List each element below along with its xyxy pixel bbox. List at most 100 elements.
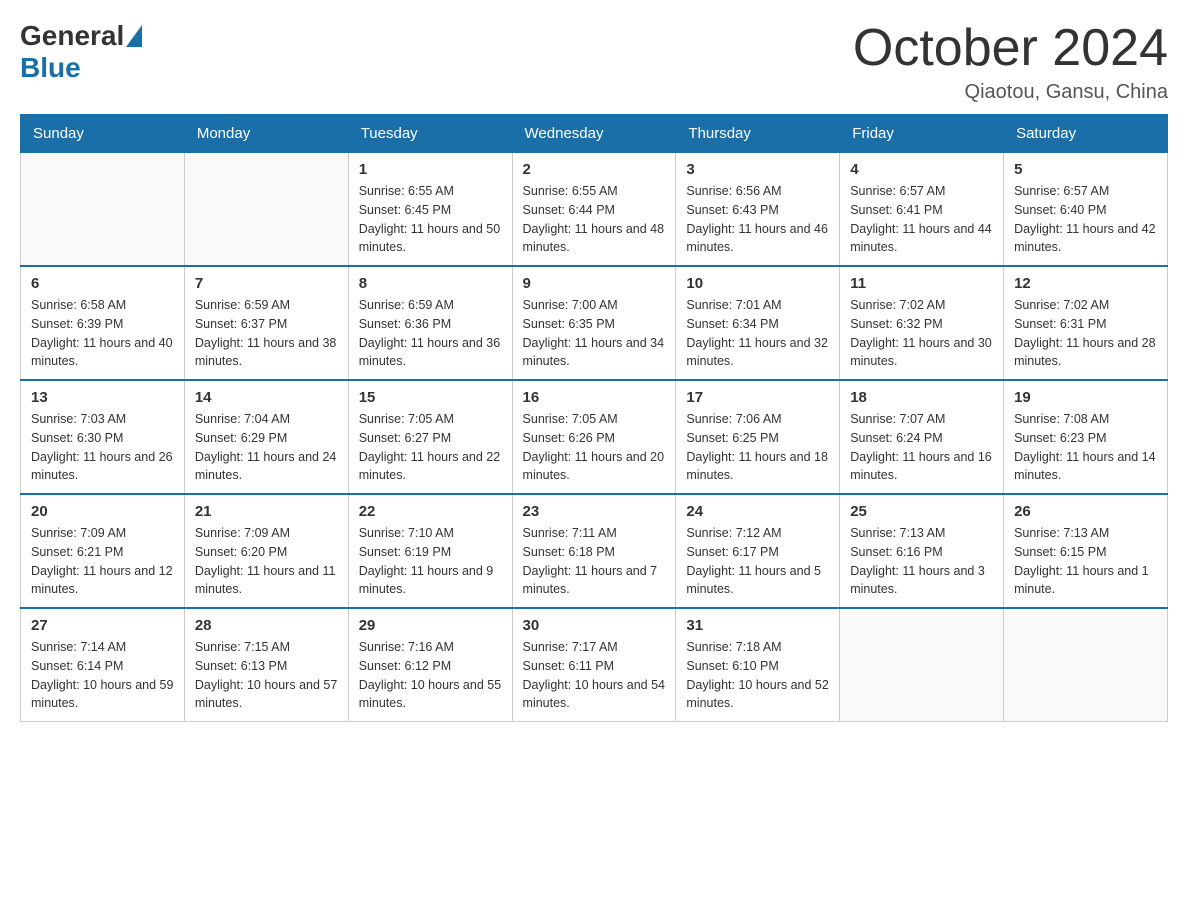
day-info: Sunrise: 7:04 AMSunset: 6:29 PMDaylight:… xyxy=(195,410,338,485)
day-info: Sunrise: 7:18 AMSunset: 6:10 PMDaylight:… xyxy=(686,638,829,713)
day-number: 14 xyxy=(195,389,338,406)
calendar-header-friday: Friday xyxy=(840,115,1004,153)
calendar-week-row: 20Sunrise: 7:09 AMSunset: 6:21 PMDayligh… xyxy=(21,494,1168,608)
day-info: Sunrise: 7:05 AMSunset: 6:27 PMDaylight:… xyxy=(359,410,502,485)
day-number: 1 xyxy=(359,161,502,178)
day-number: 3 xyxy=(686,161,829,178)
day-info: Sunrise: 6:55 AMSunset: 6:45 PMDaylight:… xyxy=(359,182,502,257)
day-number: 21 xyxy=(195,503,338,520)
calendar-cell: 26 Sunrise: 7:13 AMSunset: 6:15 PMDayligh… xyxy=(1004,494,1168,608)
day-info: Sunrise: 7:00 AMSunset: 6:35 PMDaylight:… xyxy=(523,296,666,371)
day-info: Sunrise: 7:09 AMSunset: 6:21 PMDaylight:… xyxy=(31,524,174,599)
page-header: General Blue October 2024 Qiaotou, Gansu… xyxy=(20,20,1168,104)
day-info: Sunrise: 7:09 AMSunset: 6:20 PMDaylight:… xyxy=(195,524,338,599)
calendar-cell: 28 Sunrise: 7:15 AMSunset: 6:13 PMDayligh… xyxy=(184,608,348,722)
day-number: 5 xyxy=(1014,161,1157,178)
calendar-header-tuesday: Tuesday xyxy=(348,115,512,153)
calendar-cell xyxy=(184,153,348,267)
calendar-cell: 17 Sunrise: 7:06 AMSunset: 6:25 PMDayligh… xyxy=(676,380,840,494)
location-text: Qiaotou, Gansu, China xyxy=(853,81,1168,104)
calendar-cell: 25Sunrise: 7:13 AMSunset: 6:16 PMDayligh… xyxy=(840,494,1004,608)
calendar-cell: 19Sunrise: 7:08 AMSunset: 6:23 PMDayligh… xyxy=(1004,380,1168,494)
calendar-cell: 30 Sunrise: 7:17 AMSunset: 6:11 PMDayligh… xyxy=(512,608,676,722)
day-number: 7 xyxy=(195,275,338,292)
day-info: Sunrise: 7:03 AMSunset: 6:30 PMDaylight:… xyxy=(31,410,174,485)
calendar-cell: 10Sunrise: 7:01 AMSunset: 6:34 PMDayligh… xyxy=(676,266,840,380)
day-info: Sunrise: 7:14 AMSunset: 6:14 PMDaylight:… xyxy=(31,638,174,713)
calendar-cell: 29 Sunrise: 7:16 AMSunset: 6:12 PMDayligh… xyxy=(348,608,512,722)
day-number: 28 xyxy=(195,617,338,634)
month-title: October 2024 xyxy=(853,20,1168,77)
day-number: 9 xyxy=(523,275,666,292)
day-number: 15 xyxy=(359,389,502,406)
logo: General Blue xyxy=(20,20,144,84)
day-number: 31 xyxy=(686,617,829,634)
logo-blue-text: Blue xyxy=(20,52,81,84)
day-number: 26 xyxy=(1014,503,1157,520)
calendar-cell: 4 Sunrise: 6:57 AMSunset: 6:41 PMDaylight… xyxy=(840,153,1004,267)
calendar-cell: 13 Sunrise: 7:03 AMSunset: 6:30 PMDayligh… xyxy=(21,380,185,494)
day-number: 4 xyxy=(850,161,993,178)
day-info: Sunrise: 7:10 AMSunset: 6:19 PMDaylight:… xyxy=(359,524,502,599)
day-info: Sunrise: 6:57 AMSunset: 6:41 PMDaylight:… xyxy=(850,182,993,257)
calendar-header-saturday: Saturday xyxy=(1004,115,1168,153)
calendar-cell: 14 Sunrise: 7:04 AMSunset: 6:29 PMDayligh… xyxy=(184,380,348,494)
calendar-week-row: 1 Sunrise: 6:55 AMSunset: 6:45 PMDaylight… xyxy=(21,153,1168,267)
day-info: Sunrise: 7:16 AMSunset: 6:12 PMDaylight:… xyxy=(359,638,502,713)
calendar-cell: 18Sunrise: 7:07 AMSunset: 6:24 PMDayligh… xyxy=(840,380,1004,494)
calendar-cell: 1 Sunrise: 6:55 AMSunset: 6:45 PMDaylight… xyxy=(348,153,512,267)
day-number: 29 xyxy=(359,617,502,634)
calendar-cell: 24 Sunrise: 7:12 AMSunset: 6:17 PMDayligh… xyxy=(676,494,840,608)
day-number: 18 xyxy=(850,389,993,406)
day-number: 12 xyxy=(1014,275,1157,292)
day-info: Sunrise: 6:58 AMSunset: 6:39 PMDaylight:… xyxy=(31,296,174,371)
day-info: Sunrise: 6:59 AMSunset: 6:36 PMDaylight:… xyxy=(359,296,502,371)
calendar-week-row: 13 Sunrise: 7:03 AMSunset: 6:30 PMDayligh… xyxy=(21,380,1168,494)
day-number: 13 xyxy=(31,389,174,406)
calendar-cell: 12 Sunrise: 7:02 AMSunset: 6:31 PMDayligh… xyxy=(1004,266,1168,380)
calendar-cell: 27 Sunrise: 7:14 AMSunset: 6:14 PMDayligh… xyxy=(21,608,185,722)
day-number: 11 xyxy=(850,275,993,292)
calendar-cell xyxy=(840,608,1004,722)
day-number: 30 xyxy=(523,617,666,634)
day-info: Sunrise: 6:57 AMSunset: 6:40 PMDaylight:… xyxy=(1014,182,1157,257)
day-info: Sunrise: 7:12 AMSunset: 6:17 PMDaylight:… xyxy=(686,524,829,599)
calendar-cell: 7Sunrise: 6:59 AMSunset: 6:37 PMDaylight… xyxy=(184,266,348,380)
calendar-cell: 2Sunrise: 6:55 AMSunset: 6:44 PMDaylight… xyxy=(512,153,676,267)
calendar-cell: 31 Sunrise: 7:18 AMSunset: 6:10 PMDayligh… xyxy=(676,608,840,722)
calendar-header-wednesday: Wednesday xyxy=(512,115,676,153)
calendar-week-row: 27 Sunrise: 7:14 AMSunset: 6:14 PMDayligh… xyxy=(21,608,1168,722)
calendar-week-row: 6 Sunrise: 6:58 AMSunset: 6:39 PMDaylight… xyxy=(21,266,1168,380)
day-number: 8 xyxy=(359,275,502,292)
day-info: Sunrise: 7:05 AMSunset: 6:26 PMDaylight:… xyxy=(523,410,666,485)
day-number: 24 xyxy=(686,503,829,520)
day-number: 6 xyxy=(31,275,174,292)
day-number: 16 xyxy=(523,389,666,406)
calendar-cell: 8 Sunrise: 6:59 AMSunset: 6:36 PMDaylight… xyxy=(348,266,512,380)
calendar-cell: 20Sunrise: 7:09 AMSunset: 6:21 PMDayligh… xyxy=(21,494,185,608)
calendar-header-sunday: Sunday xyxy=(21,115,185,153)
calendar-cell: 21 Sunrise: 7:09 AMSunset: 6:20 PMDayligh… xyxy=(184,494,348,608)
day-info: Sunrise: 7:02 AMSunset: 6:31 PMDaylight:… xyxy=(1014,296,1157,371)
calendar-cell: 15 Sunrise: 7:05 AMSunset: 6:27 PMDayligh… xyxy=(348,380,512,494)
day-number: 22 xyxy=(359,503,502,520)
calendar-cell xyxy=(1004,608,1168,722)
day-info: Sunrise: 7:06 AMSunset: 6:25 PMDaylight:… xyxy=(686,410,829,485)
day-number: 10 xyxy=(686,275,829,292)
calendar-cell: 3Sunrise: 6:56 AMSunset: 6:43 PMDaylight… xyxy=(676,153,840,267)
day-number: 27 xyxy=(31,617,174,634)
calendar-cell: 9 Sunrise: 7:00 AMSunset: 6:35 PMDaylight… xyxy=(512,266,676,380)
day-info: Sunrise: 6:55 AMSunset: 6:44 PMDaylight:… xyxy=(523,182,666,257)
calendar-cell: 5 Sunrise: 6:57 AMSunset: 6:40 PMDaylight… xyxy=(1004,153,1168,267)
day-info: Sunrise: 7:11 AMSunset: 6:18 PMDaylight:… xyxy=(523,524,666,599)
title-block: October 2024 Qiaotou, Gansu, China xyxy=(853,20,1168,104)
day-info: Sunrise: 7:15 AMSunset: 6:13 PMDaylight:… xyxy=(195,638,338,713)
day-number: 17 xyxy=(686,389,829,406)
day-info: Sunrise: 7:17 AMSunset: 6:11 PMDaylight:… xyxy=(523,638,666,713)
logo-triangle-icon xyxy=(126,25,142,47)
day-info: Sunrise: 7:13 AMSunset: 6:15 PMDaylight:… xyxy=(1014,524,1157,599)
day-info: Sunrise: 7:02 AMSunset: 6:32 PMDaylight:… xyxy=(850,296,993,371)
calendar-cell: 11 Sunrise: 7:02 AMSunset: 6:32 PMDayligh… xyxy=(840,266,1004,380)
day-number: 23 xyxy=(523,503,666,520)
calendar-header-row: SundayMondayTuesdayWednesdayThursdayFrid… xyxy=(21,115,1168,153)
